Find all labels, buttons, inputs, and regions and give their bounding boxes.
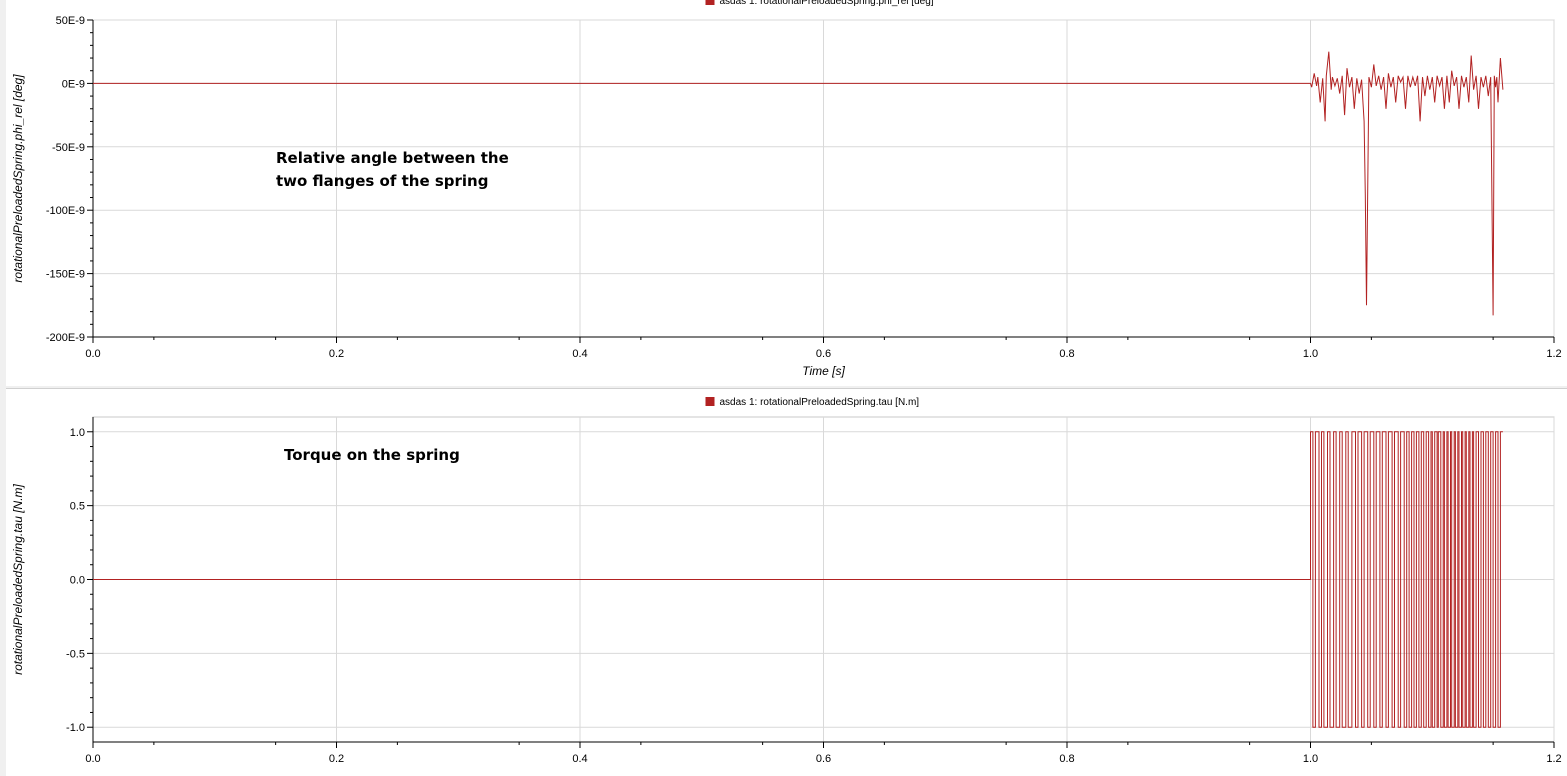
legend-swatch (705, 0, 715, 5)
x-tick-label: 0.0 (85, 348, 100, 360)
y-tick-label: 0.0 (70, 575, 85, 587)
y-tick-label: 0.5 (70, 501, 85, 513)
x-tick-label: 0.8 (1059, 348, 1074, 360)
x-axis-title: Time [s] (802, 364, 845, 378)
x-tick-label: 1.2 (1546, 348, 1561, 360)
x-tick-label: 1.0 (1303, 348, 1318, 360)
x-tick-label: 0.4 (572, 348, 587, 360)
bottom-chart-annotation: Torque on the spring (284, 446, 460, 464)
x-tick-label: 0.6 (816, 753, 831, 765)
x-tick-label: 0.8 (1059, 753, 1074, 765)
x-tick-label: 0.0 (85, 753, 100, 765)
y-axis-title: rotationalPreloadedSpring.phi_rel [deg] (11, 74, 25, 283)
top-plot-panel: 0.0 0.2 0.4 0.6 0.8 1.0 1.2 50E-9 0E-9 -50E-9 -100… (6, 0, 1567, 386)
y-tick-label: 50E-9 (56, 15, 85, 27)
y-axis-title: rotationalPreloadedSpring.tau [N.m] (11, 483, 25, 674)
top-chart: 0.0 0.2 0.4 0.6 0.8 1.0 1.2 50E-9 0E-9 -50E-9 -100… (11, 0, 1562, 378)
x-tick-label: 1.0 (1303, 753, 1318, 765)
y-tick-label: -1.0 (66, 722, 85, 734)
bottom-plot-panel: 0.0 0.2 0.4 0.6 0.8 1.0 1.2 1.0 0.5 0.0 -0.5 -1.0 as… (6, 388, 1567, 776)
y-tick-label: -150E-9 (46, 269, 85, 281)
x-tick-label: 0.2 (329, 753, 344, 765)
x-tick-label: 0.2 (329, 348, 344, 360)
legend-label: asdas 1: rotationalPreloadedSpring.tau [… (720, 397, 920, 408)
y-tick-label: -200E-9 (46, 332, 85, 344)
x-tick-label: 1.2 (1546, 753, 1561, 765)
x-tick-label: 0.4 (572, 753, 587, 765)
top-chart-annotation: Relative angle between the two flanges o… (276, 149, 509, 190)
y-tick-label: 0E-9 (62, 78, 85, 90)
y-tick-label: -100E-9 (46, 205, 85, 217)
y-tick-label: -50E-9 (52, 142, 85, 154)
x-tick-label: 0.6 (816, 348, 831, 360)
y-tick-label: -0.5 (66, 648, 85, 660)
legend-label: asdas 1: rotationalPreloadedSpring.phi_r… (720, 0, 934, 7)
legend-swatch (705, 397, 715, 406)
bottom-chart: 0.0 0.2 0.4 0.6 0.8 1.0 1.2 1.0 0.5 0.0 -0.5 -1.0 as… (11, 397, 1562, 765)
y-tick-label: 1.0 (70, 427, 85, 439)
